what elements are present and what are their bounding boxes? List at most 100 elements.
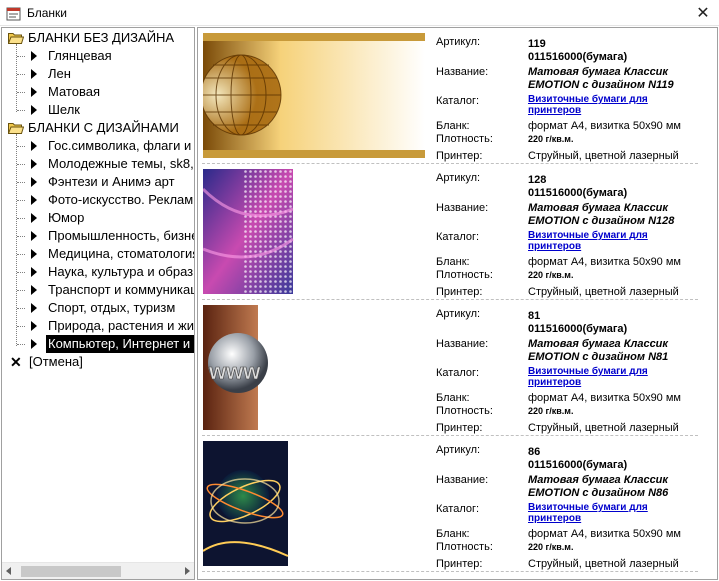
- tree-item[interactable]: Гос.символика, флаги и: [2, 137, 194, 155]
- expand-triangle-icon[interactable]: [31, 231, 37, 241]
- name-line-2: EMOTION с дизайном N119: [528, 79, 674, 91]
- product-thumbnail[interactable]: [203, 169, 425, 294]
- tree-item[interactable]: Природа, растения и жи: [2, 317, 194, 335]
- tree-connector: [17, 290, 25, 291]
- printer-value: Струйный, цветной лазерный: [528, 150, 679, 162]
- tree-connector: [17, 200, 25, 201]
- expand-triangle-icon[interactable]: [31, 177, 37, 187]
- product-card[interactable]: www Артикул: 81 011516000(бумага) Название: М…: [198, 300, 698, 436]
- density-value: 220 г/кв.м.: [528, 270, 574, 280]
- tree-connector: [17, 254, 25, 255]
- tree-item[interactable]: Промышленность, бизне: [2, 227, 194, 245]
- tree-branch-line: [16, 134, 17, 346]
- tree-item-label: Промышленность, бизне: [48, 228, 194, 243]
- name-line-2: EMOTION с дизайном N86: [528, 487, 669, 499]
- article-value: 128: [528, 174, 547, 186]
- title-bar: Бланки ✕: [0, 0, 719, 26]
- tree-connector: [17, 182, 25, 183]
- article-label: Артикул:: [436, 308, 481, 320]
- product-thumbnail[interactable]: [203, 33, 425, 158]
- product-thumbnail[interactable]: [203, 441, 425, 566]
- tree-group-2[interactable]: БЛАНКИ С ДИЗАЙНАМИ: [2, 119, 194, 137]
- tree-item-label: Юмор: [48, 210, 85, 225]
- expand-triangle-icon[interactable]: [31, 249, 37, 259]
- tree-branch-line: [16, 44, 17, 112]
- expand-triangle-icon[interactable]: [31, 51, 37, 61]
- tree-item-label: Шелк: [48, 102, 80, 117]
- tree-connector: [17, 146, 25, 147]
- tree-item[interactable]: Молодежные темы, sk8,: [2, 155, 194, 173]
- tree-item[interactable]: Фэнтези и Анимэ арт: [2, 173, 194, 191]
- close-button[interactable]: ✕: [687, 0, 719, 26]
- tree-item[interactable]: Лен: [2, 65, 194, 83]
- open-folder-icon: [8, 123, 24, 134]
- printer-label: Принтер:: [436, 558, 483, 570]
- tree-item[interactable]: Шелк: [2, 101, 194, 119]
- expand-triangle-icon[interactable]: [31, 339, 37, 349]
- tree-item-label: Компьютер, Интернет и: [48, 336, 191, 351]
- tree-group-label: БЛАНКИ БЕЗ ДИЗАЙНА: [28, 30, 175, 45]
- expand-triangle-icon[interactable]: [31, 213, 37, 223]
- svg-text:www: www: [208, 359, 261, 384]
- tree-group-1[interactable]: БЛАНКИ БЕЗ ДИЗАЙНА: [2, 29, 194, 47]
- product-list-pane[interactable]: Артикул: 119 011516000(бумага) Название: Мат…: [197, 27, 718, 580]
- category-tree[interactable]: БЛАНКИ БЕЗ ДИЗАЙНА Глянцевая Лен Матовая Шел…: [2, 28, 194, 562]
- expand-triangle-icon[interactable]: [31, 195, 37, 205]
- blank-label: Бланк:: [436, 528, 470, 540]
- density-value: 220 г/кв.м.: [528, 406, 574, 416]
- catalog-link[interactable]: Визиточные бумаги для принтеров: [528, 366, 698, 388]
- close-icon: ✕: [696, 5, 710, 22]
- catalog-link[interactable]: Визиточные бумаги для принтеров: [528, 94, 698, 116]
- expand-triangle-icon[interactable]: [31, 141, 37, 151]
- tree-item[interactable]: Матовая: [2, 83, 194, 101]
- product-thumbnail[interactable]: www: [203, 305, 425, 430]
- tree-item[interactable]: Компьютер, Интернет и: [2, 335, 194, 353]
- expand-triangle-icon[interactable]: [31, 69, 37, 79]
- tree-connector: [17, 272, 25, 273]
- expand-triangle-icon[interactable]: [31, 303, 37, 313]
- tree-item[interactable]: Глянцевая: [2, 47, 194, 65]
- tree-connector: [17, 218, 25, 219]
- tree-item[interactable]: Спорт, отдых, туризм: [2, 299, 194, 317]
- catalog-link[interactable]: Визиточные бумаги для принтеров: [528, 230, 698, 252]
- tree-item-label: Фото-искусство. Реклам: [48, 192, 194, 207]
- expand-triangle-icon[interactable]: [31, 105, 37, 115]
- product-card[interactable]: Артикул: 86 011516000(бумага) Название: Мато…: [198, 436, 698, 572]
- window-title: Бланки: [27, 6, 67, 20]
- tree-cancel-item[interactable]: ✕ [Отмена]: [2, 353, 194, 371]
- tree-item-label: Спорт, отдых, туризм: [48, 300, 176, 315]
- printer-value: Струйный, цветной лазерный: [528, 558, 679, 570]
- blank-label: Бланк:: [436, 120, 470, 132]
- scrollbar-thumb[interactable]: [21, 566, 121, 577]
- tree-item[interactable]: Юмор: [2, 209, 194, 227]
- article-code: 011516000(бумага): [528, 187, 628, 199]
- expand-triangle-icon[interactable]: [31, 87, 37, 97]
- blank-value: формат А4, визитка 50x90 мм: [528, 256, 681, 268]
- blank-label: Бланк:: [436, 256, 470, 268]
- expand-triangle-icon[interactable]: [31, 267, 37, 277]
- article-code: 011516000(бумага): [528, 459, 628, 471]
- product-card[interactable]: Артикул: 128 011516000(бумага) Название: Мат…: [198, 164, 698, 300]
- horizontal-scrollbar[interactable]: [2, 562, 194, 579]
- tree-item[interactable]: Транспорт и коммуникац: [2, 281, 194, 299]
- expand-triangle-icon[interactable]: [31, 285, 37, 295]
- name-line-2: EMOTION с дизайном N128: [528, 215, 675, 227]
- tree-item-label: Транспорт и коммуникац: [48, 282, 194, 297]
- category-tree-pane[interactable]: БЛАНКИ БЕЗ ДИЗАЙНА Глянцевая Лен Матовая Шел…: [1, 27, 195, 580]
- tree-connector: [17, 326, 25, 327]
- article-code: 011516000(бумага): [528, 51, 628, 63]
- tree-item-label: Наука, культура и образ: [48, 264, 194, 279]
- tree-item-label: Природа, растения и жи: [48, 318, 194, 333]
- scroll-right-icon[interactable]: [185, 567, 190, 575]
- expand-triangle-icon[interactable]: [31, 159, 37, 169]
- tree-item[interactable]: Наука, культура и образ: [2, 263, 194, 281]
- product-card[interactable]: Артикул: 119 011516000(бумага) Название: Мат…: [198, 28, 698, 164]
- catalog-link[interactable]: Визиточные бумаги для принтеров: [528, 502, 698, 524]
- tree-item[interactable]: Медицина, стоматология: [2, 245, 194, 263]
- density-label: Плотность:: [436, 269, 493, 281]
- scroll-left-icon[interactable]: [6, 567, 11, 575]
- blank-value: формат А4, визитка 50x90 мм: [528, 392, 681, 404]
- tree-item[interactable]: Фото-искусство. Реклам: [2, 191, 194, 209]
- density-label: Плотность:: [436, 405, 493, 417]
- expand-triangle-icon[interactable]: [31, 321, 37, 331]
